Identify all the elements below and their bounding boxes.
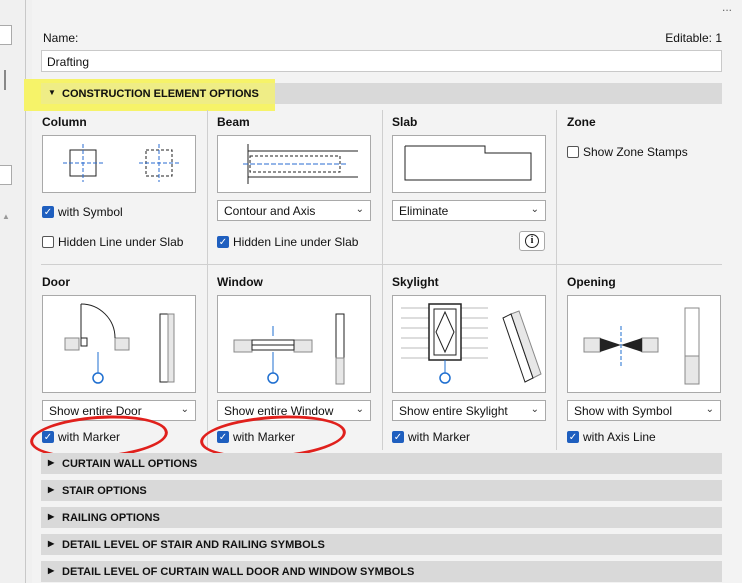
more-icon[interactable]: ... bbox=[722, 0, 732, 14]
chevron-down-icon: ⌄ bbox=[705, 404, 714, 415]
section-label: DETAIL LEVEL OF STAIR AND RAILING SYMBOL… bbox=[62, 539, 325, 551]
section-label: DETAIL LEVEL OF CURTAIN WALL DOOR AND WI… bbox=[62, 566, 415, 578]
section-railing-options[interactable]: ▶ RAILING OPTIONS bbox=[41, 507, 722, 528]
triangle-right-icon: ▶ bbox=[48, 458, 55, 467]
left-panel-field-2[interactable] bbox=[0, 165, 12, 185]
name-label: Name: bbox=[43, 31, 79, 45]
checkbox-label: Show Zone Stamps bbox=[583, 145, 688, 159]
section-label: CURTAIN WALL OPTIONS bbox=[62, 458, 198, 470]
zone-show-stamps-checkbox[interactable]: Show Zone Stamps bbox=[567, 145, 688, 159]
section-detail-curtain-wall[interactable]: ▶ DETAIL LEVEL OF CURTAIN WALL DOOR AND … bbox=[41, 561, 722, 582]
column-with-symbol-checkbox[interactable]: ✓ with Symbol bbox=[42, 205, 123, 219]
chevron-down-icon: ⌄ bbox=[530, 204, 539, 215]
name-input[interactable]: Drafting bbox=[41, 50, 722, 72]
grid-divider bbox=[556, 110, 557, 450]
section-curtain-wall-options[interactable]: ▶ CURTAIN WALL OPTIONS bbox=[41, 453, 722, 474]
opening-preview bbox=[567, 295, 721, 393]
beam-display-dropdown[interactable]: Contour and Axis ⌄ bbox=[217, 200, 371, 221]
skylight-preview bbox=[392, 295, 546, 393]
chevron-down-icon: ⌄ bbox=[355, 204, 364, 215]
section-detail-stair-railing[interactable]: ▶ DETAIL LEVEL OF STAIR AND RAILING SYMB… bbox=[41, 534, 722, 555]
scroll-up-arrow-icon[interactable]: ▲ bbox=[2, 212, 10, 221]
slab-preview bbox=[392, 135, 546, 193]
grid-divider bbox=[207, 110, 208, 450]
construction-label-overlay: CONSTRUCTION ELEMENT OPTIONS bbox=[62, 88, 259, 100]
checkbox-label: Hidden Line under Slab bbox=[58, 235, 184, 249]
dropdown-value: Show with Symbol bbox=[574, 404, 673, 418]
triangle-right-icon: ▶ bbox=[48, 485, 55, 494]
checkbox-checked-icon: ✓ bbox=[392, 431, 404, 443]
section-label: STAIR OPTIONS bbox=[62, 485, 147, 497]
checkbox-label: Hidden Line under Slab bbox=[233, 235, 359, 249]
triangle-right-icon: ▶ bbox=[48, 566, 55, 575]
beam-hidden-line-checkbox[interactable]: ✓ Hidden Line under Slab bbox=[217, 235, 358, 249]
dropdown-value: Eliminate bbox=[399, 204, 449, 218]
slab-display-dropdown[interactable]: Eliminate ⌄ bbox=[392, 200, 546, 221]
door-preview bbox=[42, 295, 196, 393]
column-preview bbox=[42, 135, 196, 193]
info-icon: i bbox=[525, 234, 539, 248]
left-panel-field[interactable] bbox=[0, 25, 12, 45]
opening-title: Opening bbox=[567, 275, 616, 289]
chevron-down-icon: ⌄ bbox=[530, 404, 539, 415]
skylight-display-dropdown[interactable]: Show entire Skylight ⌄ bbox=[392, 400, 546, 421]
triangle-down-icon-overlay: ▼ bbox=[48, 88, 56, 97]
beam-title: Beam bbox=[217, 115, 250, 129]
checkbox-label: with Axis Line bbox=[583, 430, 656, 444]
chevron-down-icon: ⌄ bbox=[355, 404, 364, 415]
triangle-right-icon: ▶ bbox=[48, 539, 55, 548]
checkbox-checked-icon: ✓ bbox=[217, 236, 229, 248]
window-preview bbox=[217, 295, 371, 393]
skylight-title: Skylight bbox=[392, 275, 439, 289]
checkbox-label: with Symbol bbox=[58, 205, 123, 219]
column-hidden-line-checkbox[interactable]: Hidden Line under Slab bbox=[42, 235, 183, 249]
checkbox-checked-icon: ✓ bbox=[567, 431, 579, 443]
checkbox-unchecked-icon bbox=[567, 146, 579, 158]
left-panel-divider bbox=[4, 70, 6, 90]
beam-preview bbox=[217, 135, 371, 193]
checkbox-label: with Marker bbox=[408, 430, 471, 444]
slab-title: Slab bbox=[392, 115, 418, 129]
section-label: RAILING OPTIONS bbox=[62, 512, 160, 524]
checkbox-checked-icon: ✓ bbox=[42, 206, 54, 218]
checkbox-unchecked-icon bbox=[42, 236, 54, 248]
dropdown-value: Contour and Axis bbox=[224, 204, 316, 218]
opening-with-axis-checkbox[interactable]: ✓ with Axis Line bbox=[567, 430, 656, 444]
column-title: Column bbox=[42, 115, 87, 129]
skylight-with-marker-checkbox[interactable]: ✓ with Marker bbox=[392, 430, 470, 444]
grid-divider bbox=[382, 110, 383, 450]
zone-title: Zone bbox=[567, 115, 596, 129]
left-panel-strip: ▲ bbox=[0, 0, 26, 583]
settings-panel: ... Name: Editable: 1 Drafting ▼ CONSTRU… bbox=[24, 0, 742, 583]
section-stair-options[interactable]: ▶ STAIR OPTIONS bbox=[41, 480, 722, 501]
dropdown-value: Show entire Skylight bbox=[399, 404, 508, 418]
slab-info-button[interactable]: i bbox=[519, 231, 545, 251]
opening-display-dropdown[interactable]: Show with Symbol ⌄ bbox=[567, 400, 721, 421]
editable-label: Editable: 1 bbox=[665, 31, 722, 45]
triangle-right-icon: ▶ bbox=[48, 512, 55, 521]
door-title: Door bbox=[42, 275, 70, 289]
chevron-down-icon: ⌄ bbox=[180, 404, 189, 415]
window-title: Window bbox=[217, 275, 263, 289]
